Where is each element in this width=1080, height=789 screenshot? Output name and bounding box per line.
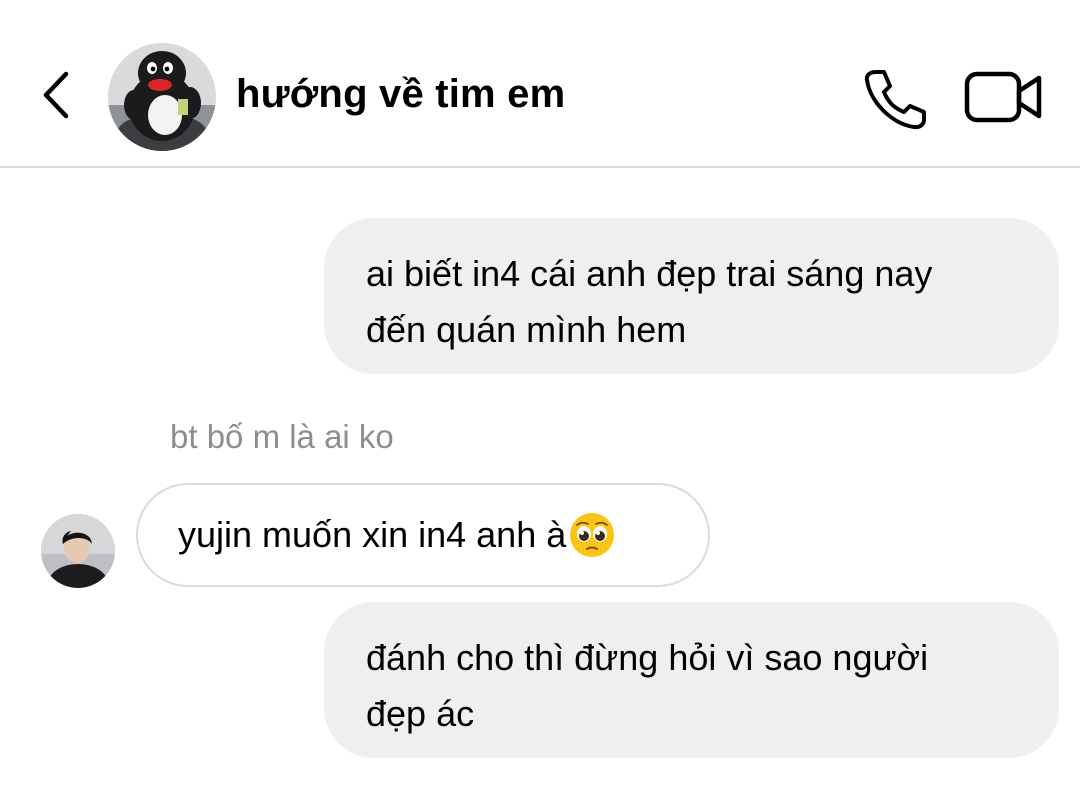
contact-name[interactable]: hướng về tim em: [236, 72, 565, 117]
back-button[interactable]: [30, 60, 80, 130]
video-camera-icon: [964, 71, 1042, 123]
chat-header: hướng về tim em: [0, 0, 1080, 168]
message-text-line: đánh cho thì đừng hỏi vì sao người: [366, 637, 929, 678]
message-text-line: ai biết in4 cái anh đẹp trai sáng nay: [366, 253, 933, 294]
penguin-plush-avatar: [108, 43, 216, 151]
chevron-left-icon: [43, 71, 69, 119]
pleading-face-icon: [570, 513, 615, 557]
message-text-line: đến quán mình hem: [366, 309, 687, 350]
outgoing-message-bubble[interactable]: ai biết in4 cái anh đẹp trai sáng nay đế…: [324, 218, 1059, 374]
person-photo-avatar: [41, 514, 115, 588]
contact-avatar[interactable]: [108, 43, 216, 151]
reply-context-text: bt bố m là ai ko: [170, 418, 394, 455]
message-text: yujin muốn xin in4 anh à: [178, 514, 567, 555]
audio-call-button[interactable]: [862, 66, 928, 130]
outgoing-message-bubble[interactable]: đánh cho thì đừng hỏi vì sao người đẹp á…: [324, 602, 1059, 758]
video-call-button[interactable]: [964, 70, 1044, 124]
incoming-message-bubble[interactable]: yujin muốn xin in4 anh à: [136, 483, 710, 587]
message-text-line: đẹp ác: [366, 693, 475, 734]
phone-icon: [864, 70, 926, 130]
sender-avatar[interactable]: [41, 514, 115, 588]
